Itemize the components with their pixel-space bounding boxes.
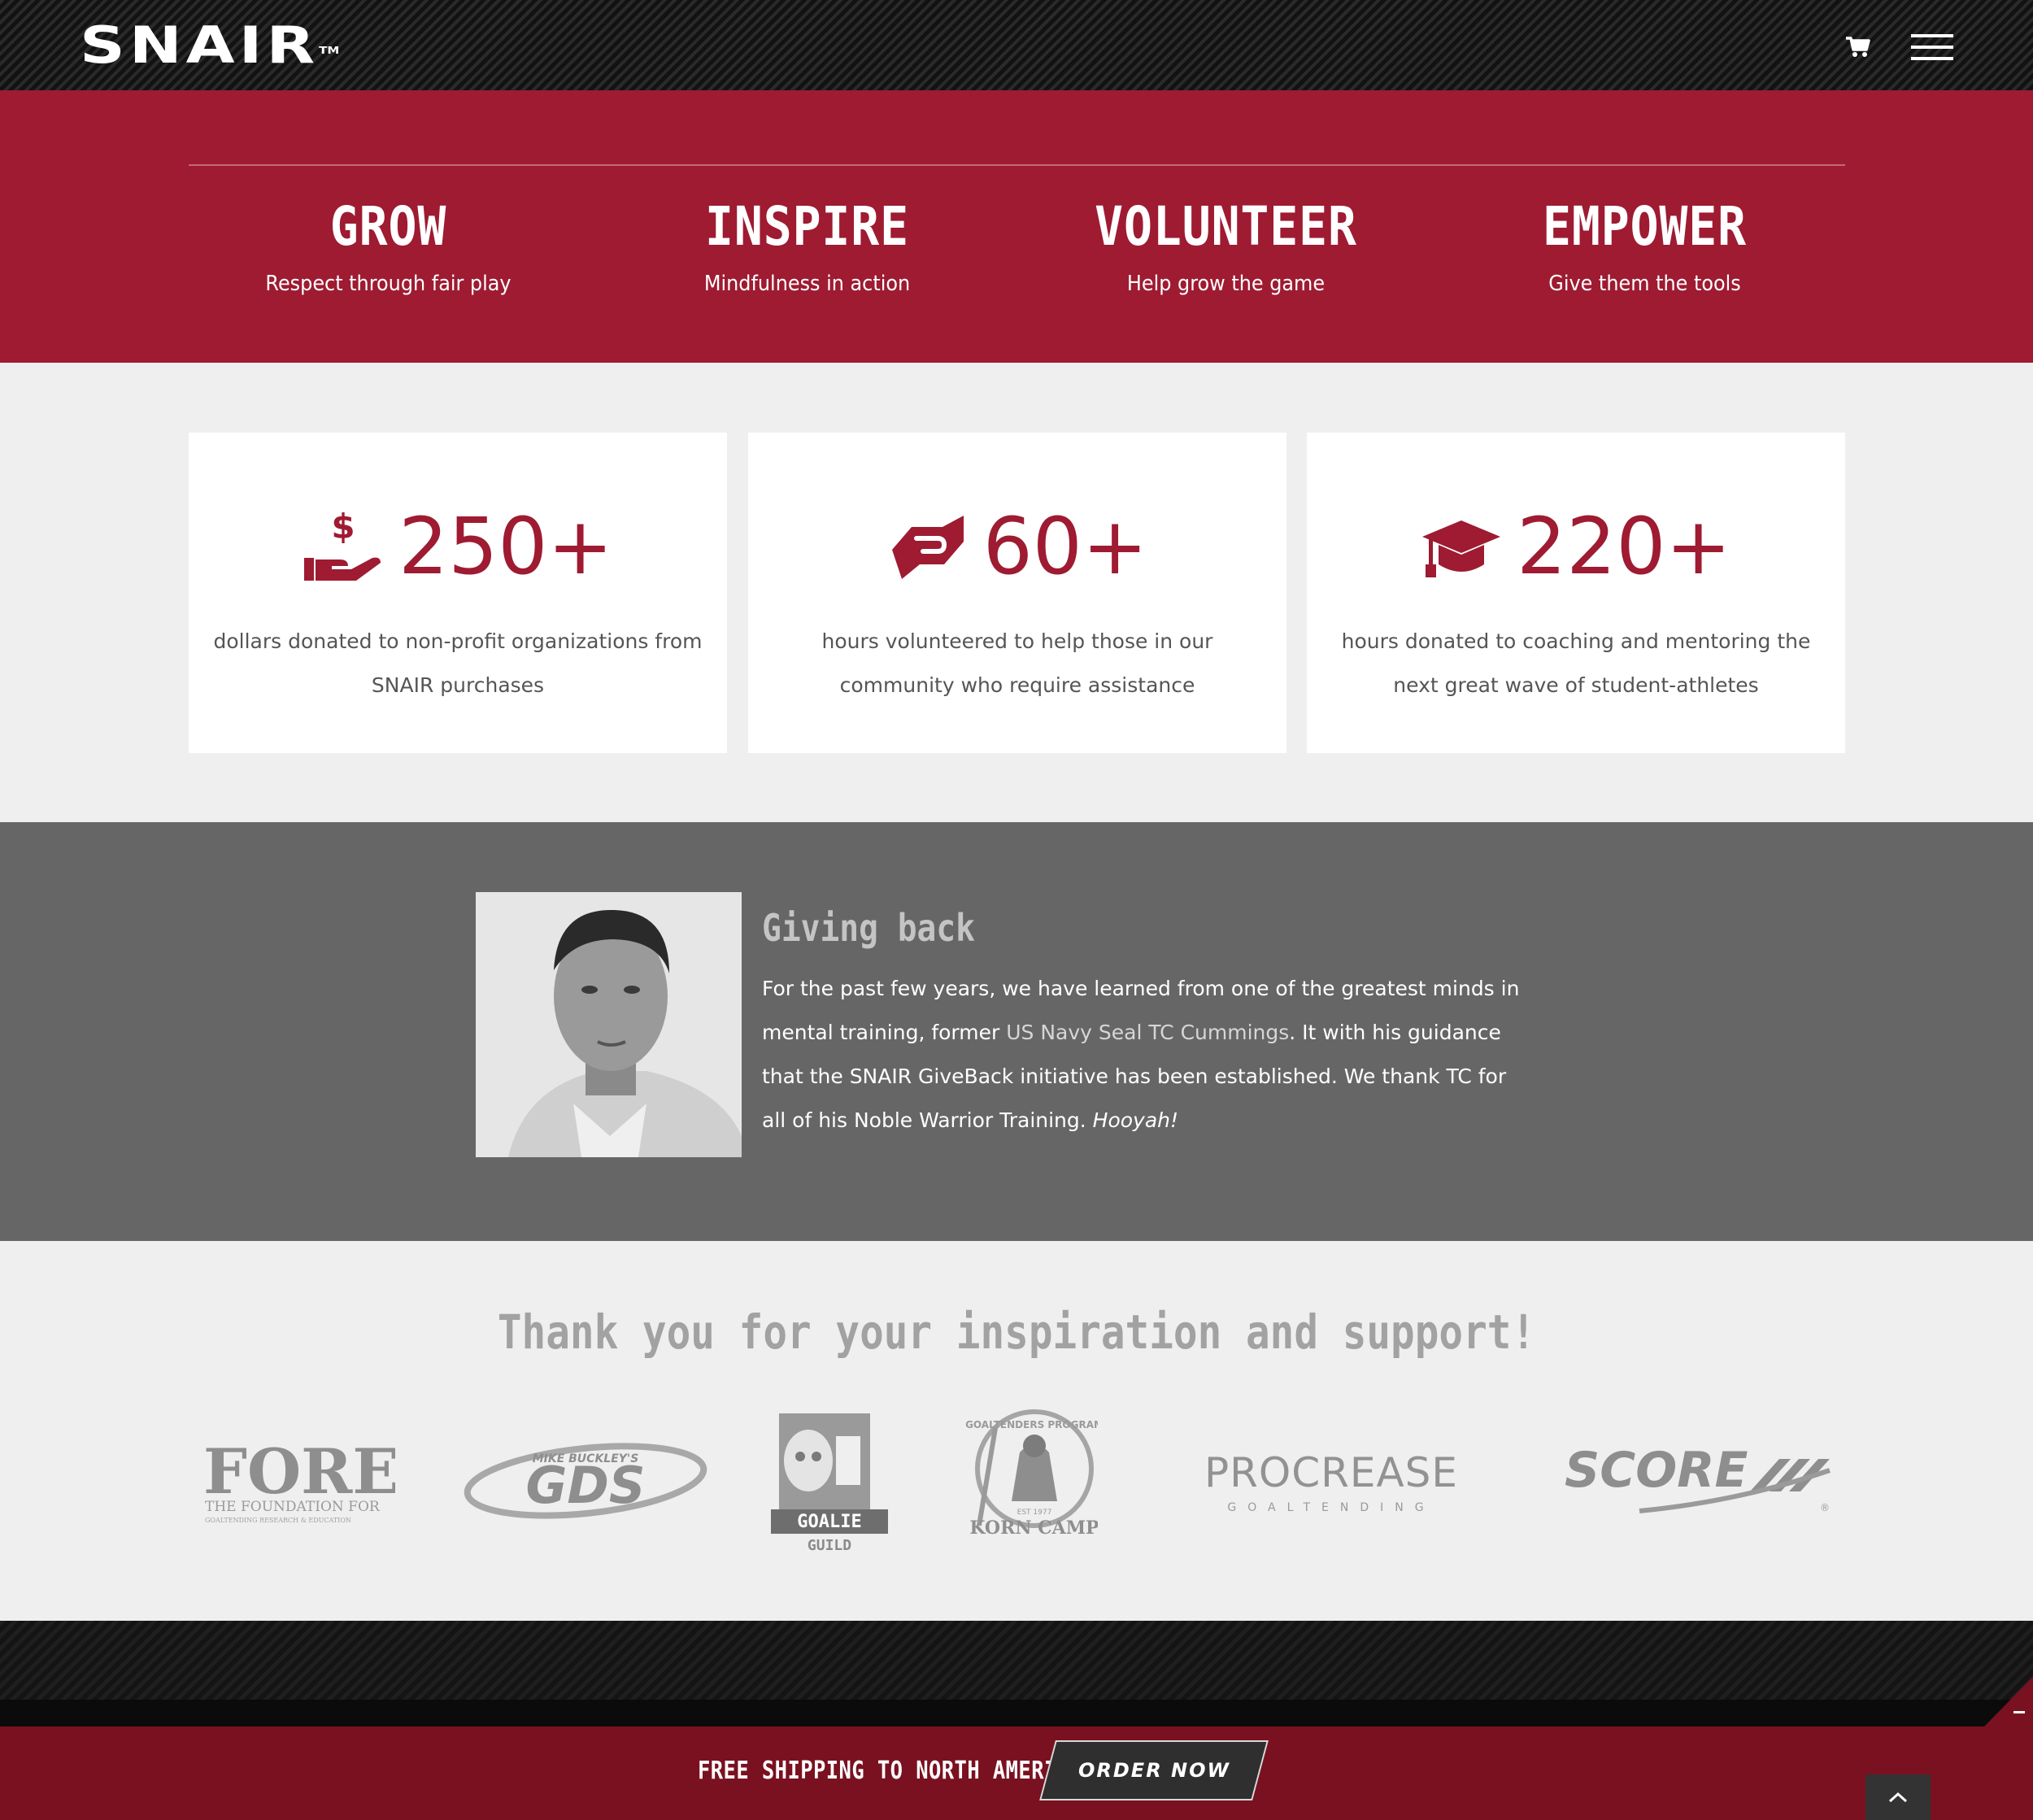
value-inspire: INSPIRE Mindfulness in action	[598, 194, 1016, 300]
order-now-label: ORDER NOW	[1077, 1759, 1230, 1782]
stat-description: dollars donated to non-profit organizati…	[213, 629, 703, 697]
logo-text: SNAIR	[80, 15, 320, 75]
fore-logo-line1: THE FOUNDATION FOR	[205, 1499, 381, 1515]
values-band: GROW Respect through fair play INSPIRE M…	[0, 90, 2033, 363]
value-title: INSPIRE	[705, 195, 909, 258]
thanks-title: Thank you for your inspiration and suppo…	[497, 1304, 1536, 1360]
fore-logo-line2: GOALTENDING RESEARCH & EDUCATION	[205, 1517, 351, 1524]
handshake-icon	[891, 516, 964, 579]
goalie-guild-logo-text: GOALIE	[797, 1512, 861, 1532]
value-title: GROW	[329, 195, 447, 258]
divider	[189, 164, 1845, 166]
procrease-logo-text: PROCREASE	[1204, 1449, 1458, 1496]
fore-logo-text: FORE	[203, 1435, 395, 1508]
minus-icon[interactable]	[2013, 1711, 2025, 1713]
procrease-logo[interactable]: PROCREASE GOALTENDING	[1158, 1412, 1504, 1542]
footer-divider	[0, 1700, 2033, 1726]
score-logo-text: SCORE	[1565, 1442, 1748, 1499]
value-title: VOLUNTEER	[1095, 195, 1357, 258]
site-header: SNAIRTM	[0, 0, 2033, 90]
goalie-guild-logo-line1: GUILD	[808, 1537, 851, 1554]
chevron-up-icon	[1888, 1792, 1908, 1803]
logo-trademark: TM	[319, 45, 340, 56]
value-grow: GROW Respect through fair play	[179, 194, 598, 300]
hooyah-text: Hooyah!	[1092, 1108, 1179, 1132]
procrease-logo-line1: GOALTENDING	[1227, 1501, 1434, 1514]
snair-logo[interactable]: SNAIRTM	[80, 16, 339, 75]
stat-number: 60+	[982, 501, 1148, 592]
site-footer	[0, 1621, 2033, 1726]
tc-cummings-photo	[476, 892, 742, 1157]
value-empower: EMPOWER Give them the tools	[1435, 194, 1854, 300]
value-title: EMPOWER	[1543, 195, 1747, 258]
score-logo-registered: ®	[1820, 1502, 1830, 1513]
tc-cummings-link[interactable]: US Navy Seal TC Cummings	[1006, 1021, 1289, 1044]
graduation-cap-icon	[1422, 520, 1501, 577]
cart-icon[interactable]	[1846, 37, 1870, 58]
stat-number: 220+	[1517, 501, 1731, 592]
svg-text:$: $	[332, 507, 355, 546]
value-subtitle: Mindfulness in action	[703, 272, 911, 296]
stat-card-coaching: 220+ hours donated to coaching and mento…	[1307, 433, 1845, 753]
korn-camp-logo-text: KORN CAMP	[969, 1517, 1098, 1539]
gds-logo[interactable]: MIKE BUCKLEY'S GDS	[464, 1412, 707, 1542]
giving-back-section: Giving back For the past few years, we h…	[0, 822, 2033, 1241]
order-now-button[interactable]: ORDER NOW	[1039, 1740, 1269, 1800]
fore-logo[interactable]: FORE THE FOUNDATION FOR GOALTENDING RESE…	[203, 1412, 395, 1542]
korn-camp-logo-line2: EST 1977	[1017, 1509, 1052, 1517]
stat-description: hours donated to coaching and mentoring …	[1341, 629, 1811, 697]
giving-back-text: For the past few years, we have learned …	[762, 967, 1535, 1143]
back-to-top-button[interactable]	[1865, 1774, 1931, 1820]
value-subtitle: Help grow the game	[1126, 272, 1326, 296]
stat-description: hours volunteered to help those in our c…	[821, 629, 1213, 697]
gds-logo-text: GDS	[525, 1456, 645, 1515]
korn-camp-logo[interactable]: GOALTENDERS PROGRAM EST 1977 KORN CAMP	[963, 1404, 1098, 1550]
free-shipping-text: FREE SHIPPING TO NORTH AMERICA	[698, 1757, 1083, 1785]
score-logo[interactable]: SCORE ®	[1561, 1412, 1838, 1542]
stat-card-volunteer: 60+ hours volunteered to help those in o…	[748, 433, 1286, 753]
stats-section: $ 250+ dollars donated to non-profit org…	[0, 363, 2033, 822]
goalie-guild-logo[interactable]: GOALIE GUILD	[769, 1412, 890, 1554]
korn-camp-logo-line1: GOALTENDERS PROGRAM	[965, 1419, 1098, 1430]
giving-back-title: Giving back	[762, 906, 975, 950]
dollar-hand-icon: $	[304, 507, 381, 581]
value-subtitle: Give them the tools	[1548, 272, 1741, 296]
value-subtitle: Respect through fair play	[265, 272, 512, 296]
hamburger-menu-icon[interactable]	[1911, 34, 1953, 60]
stat-card-donations: $ 250+ dollars donated to non-profit org…	[189, 433, 727, 753]
value-volunteer: VOLUNTEER Help grow the game	[1016, 194, 1435, 300]
stat-number: 250+	[398, 501, 613, 592]
thanks-section: Thank you for your inspiration and suppo…	[0, 1241, 2033, 1621]
